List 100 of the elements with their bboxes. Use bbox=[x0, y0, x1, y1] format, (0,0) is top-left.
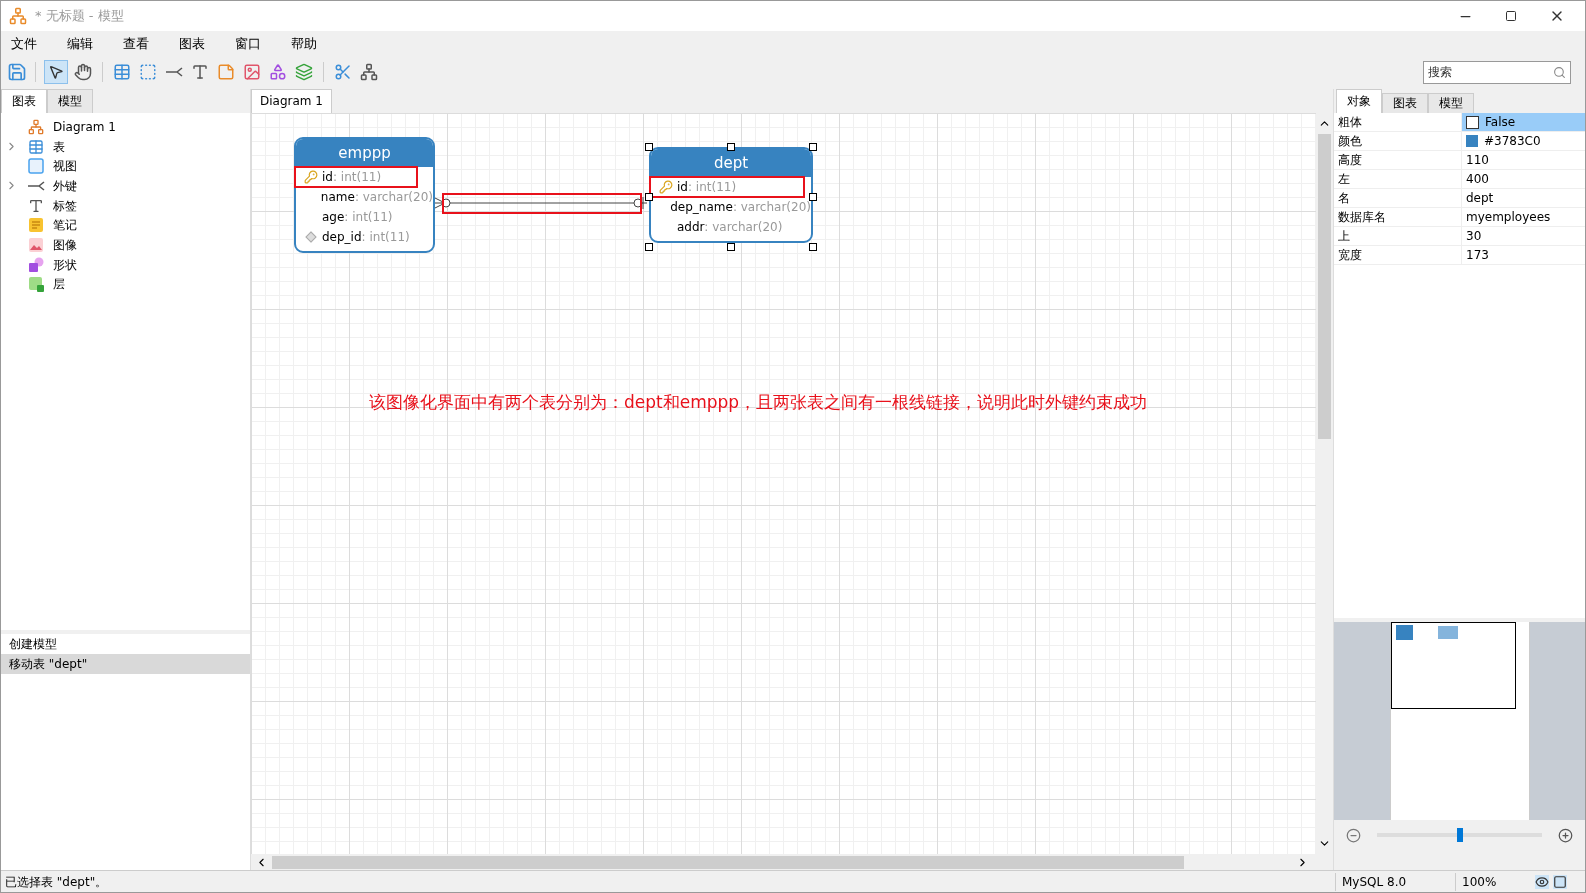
history-item[interactable]: 移动表 "dept" bbox=[1, 654, 250, 674]
scissors-icon[interactable] bbox=[334, 63, 352, 81]
property-value[interactable]: 400 bbox=[1462, 170, 1585, 188]
zoom-out-icon[interactable] bbox=[1346, 827, 1361, 843]
resize-handle[interactable] bbox=[727, 243, 735, 251]
status-message: 已选择表 "dept"。 bbox=[4, 873, 109, 891]
menu-item[interactable]: 图表 bbox=[177, 34, 207, 54]
property-value[interactable]: False bbox=[1462, 113, 1585, 131]
resize-handle[interactable] bbox=[645, 193, 653, 201]
panel-icon[interactable] bbox=[1553, 874, 1567, 889]
menu-item[interactable]: 编辑 bbox=[65, 34, 95, 54]
table-icon bbox=[28, 138, 44, 155]
horizontal-scrollbar[interactable] bbox=[251, 854, 1333, 870]
tree-item[interactable]: 标签 bbox=[53, 196, 77, 215]
pointer-tool[interactable] bbox=[44, 60, 68, 84]
property-value[interactable]: myemployees bbox=[1462, 208, 1585, 226]
viewport-frame[interactable] bbox=[1390, 622, 1516, 709]
relationship-line[interactable] bbox=[435, 196, 649, 210]
window-title: * 无标题 - 模型 bbox=[35, 7, 124, 26]
property-name: 颜色 bbox=[1334, 132, 1462, 150]
key-icon bbox=[659, 180, 673, 194]
server-version: MySQL 8.0 bbox=[1335, 872, 1455, 891]
app-logo-icon bbox=[9, 7, 27, 25]
resize-handle[interactable] bbox=[645, 243, 653, 251]
slider-thumb[interactable] bbox=[1456, 828, 1463, 842]
panel-tab[interactable]: 图表 bbox=[1382, 93, 1428, 113]
menu-item[interactable]: 文件 bbox=[9, 34, 39, 54]
property-name: 宽度 bbox=[1334, 246, 1462, 264]
property-name: 数据库名 bbox=[1334, 208, 1462, 226]
panel-tab[interactable]: 图表 bbox=[1, 89, 47, 113]
tree-item[interactable]: 笔记 bbox=[53, 216, 77, 235]
column-text: name: varchar(20) bbox=[320, 189, 433, 206]
resize-handle[interactable] bbox=[809, 243, 817, 251]
table-icon[interactable] bbox=[113, 63, 131, 81]
diagram-icon bbox=[28, 118, 44, 135]
text-icon bbox=[28, 197, 44, 214]
column-text: addr: varchar(20) bbox=[677, 219, 783, 236]
history-item[interactable]: 创建模型 bbox=[1, 634, 250, 654]
menu-item[interactable]: 窗口 bbox=[233, 34, 263, 54]
property-name: 左 bbox=[1334, 170, 1462, 188]
resize-handle[interactable] bbox=[645, 143, 653, 151]
resize-handle[interactable] bbox=[809, 143, 817, 151]
view-icon[interactable] bbox=[139, 63, 157, 81]
layer-icon bbox=[28, 276, 44, 293]
resize-handle[interactable] bbox=[727, 143, 735, 151]
table-title: emppp bbox=[296, 139, 433, 167]
shapes-icon bbox=[28, 256, 44, 273]
menu-item[interactable]: 帮助 bbox=[289, 34, 319, 54]
tree-item[interactable]: Diagram 1 bbox=[53, 117, 116, 136]
search-icon bbox=[1553, 65, 1566, 79]
column-text: dep_id: int(11) bbox=[322, 229, 410, 246]
image-icon bbox=[28, 236, 44, 253]
property-value[interactable]: 110 bbox=[1462, 151, 1585, 169]
table-card[interactable]: dept id: int(11) dep_name: varchar(20) addr: varchar(20) bbox=[649, 147, 813, 243]
key-icon bbox=[304, 170, 318, 184]
panel-tab[interactable]: 对象 bbox=[1336, 89, 1382, 113]
zoom-in-icon[interactable] bbox=[1558, 827, 1573, 843]
menu-item[interactable]: 查看 bbox=[121, 34, 151, 54]
tree-item[interactable]: 外键 bbox=[53, 176, 77, 195]
network-icon[interactable] bbox=[360, 63, 378, 81]
property-value[interactable]: 30 bbox=[1462, 227, 1585, 245]
property-name: 高度 bbox=[1334, 151, 1462, 169]
checkbox[interactable] bbox=[1466, 115, 1479, 129]
pointer-icon bbox=[48, 64, 64, 80]
panel-tab[interactable]: 模型 bbox=[1428, 93, 1474, 113]
foreign-key-icon bbox=[27, 180, 45, 191]
table-title: dept bbox=[651, 149, 811, 177]
table-card[interactable]: emppp id: int(11) name: varchar(20) age: int(11) dep_id: int(11) bbox=[294, 137, 435, 253]
table-thumbnail bbox=[1437, 626, 1458, 639]
property-name: 上 bbox=[1334, 227, 1462, 245]
tree-item[interactable]: 表 bbox=[53, 137, 65, 156]
property-value[interactable]: 173 bbox=[1462, 246, 1585, 264]
hand-icon[interactable] bbox=[74, 63, 92, 81]
column-text: dep_name: varchar(20) bbox=[670, 199, 811, 216]
image-icon[interactable] bbox=[243, 63, 261, 81]
shapes-icon[interactable] bbox=[269, 63, 287, 81]
diagram-tab[interactable]: Diagram 1 bbox=[251, 89, 332, 113]
column-text: id: int(11) bbox=[677, 179, 737, 196]
tree-item[interactable]: 图像 bbox=[53, 235, 77, 254]
search-field[interactable]: 搜索 bbox=[1423, 60, 1571, 84]
property-value[interactable]: dept bbox=[1462, 189, 1585, 207]
property-value[interactable]: #3783C0 bbox=[1462, 132, 1585, 150]
layer-icon[interactable] bbox=[295, 63, 313, 81]
view-mode-icon[interactable] bbox=[1535, 874, 1549, 889]
table-thumbnail bbox=[1395, 625, 1413, 640]
annotation-text: 该图像化界面中有两个表分别为：dept和emppp，且两张表之间有一根线链接，说明此时外键约束成功 bbox=[369, 391, 1148, 414]
tree-item[interactable]: 层 bbox=[53, 275, 65, 294]
maximize-icon[interactable] bbox=[1505, 10, 1517, 22]
resize-handle[interactable] bbox=[809, 193, 817, 201]
column-text: id: int(11) bbox=[322, 169, 382, 186]
tree-item[interactable]: 视图 bbox=[53, 157, 77, 176]
foreign-key-icon[interactable] bbox=[165, 67, 183, 77]
save-icon[interactable] bbox=[7, 62, 27, 82]
zoom-slider[interactable] bbox=[1377, 828, 1542, 842]
panel-tab[interactable]: 模型 bbox=[47, 89, 93, 113]
text-icon[interactable] bbox=[191, 63, 209, 81]
property-name: 名 bbox=[1334, 189, 1462, 207]
column-text: age: int(11) bbox=[322, 209, 393, 226]
view-icon bbox=[28, 158, 44, 175]
tree-item[interactable]: 形状 bbox=[53, 255, 77, 274]
